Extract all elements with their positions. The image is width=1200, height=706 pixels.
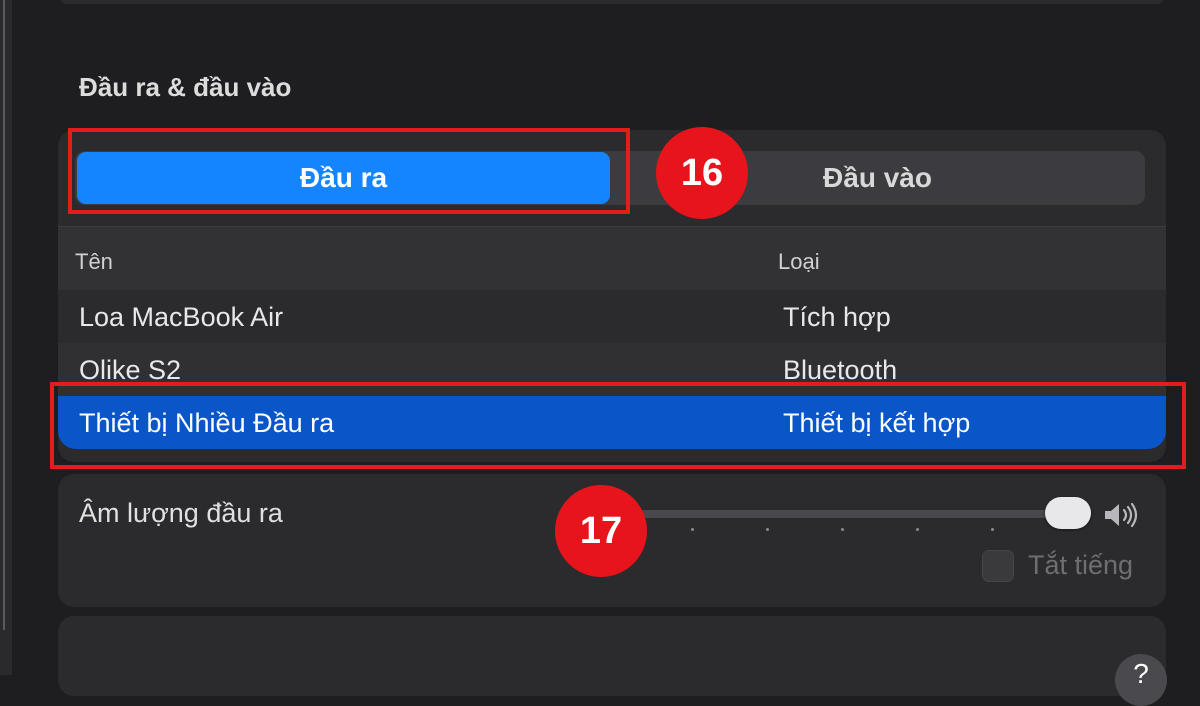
speaker-volume-icon <box>1105 502 1138 528</box>
device-table-header: Tên Loại <box>58 226 1166 292</box>
step-badge-16: 16 <box>656 127 748 219</box>
highlight-box-output-tab <box>68 128 630 214</box>
column-header-type[interactable]: Loại <box>778 249 820 275</box>
next-section-card <box>58 616 1166 696</box>
mute-label: Tắt tiếng <box>1028 550 1134 580</box>
highlight-box-selected-device <box>50 382 1186 469</box>
volume-slider-knob[interactable] <box>1045 497 1091 529</box>
previous-section-card <box>58 0 1166 4</box>
slider-tick <box>916 528 919 531</box>
section-title: Đầu ra & đầu vào <box>79 72 292 102</box>
mute-checkbox[interactable] <box>982 550 1014 582</box>
slider-tick <box>841 528 844 531</box>
device-type: Tích hợp <box>783 302 891 332</box>
table-row[interactable]: Loa MacBook Air Tích hợp <box>58 290 1166 343</box>
window-divider <box>3 0 5 630</box>
slider-tick <box>991 528 994 531</box>
output-volume-label: Âm lượng đầu ra <box>79 498 283 528</box>
slider-tick <box>766 528 769 531</box>
step-badge-17: 17 <box>555 485 647 577</box>
device-name: Loa MacBook Air <box>79 302 284 332</box>
output-volume-slider[interactable] <box>618 510 1088 518</box>
slider-tick <box>691 528 694 531</box>
help-button[interactable]: ? <box>1115 654 1167 706</box>
column-header-name[interactable]: Tên <box>75 249 113 275</box>
window-left-edge <box>0 0 12 675</box>
